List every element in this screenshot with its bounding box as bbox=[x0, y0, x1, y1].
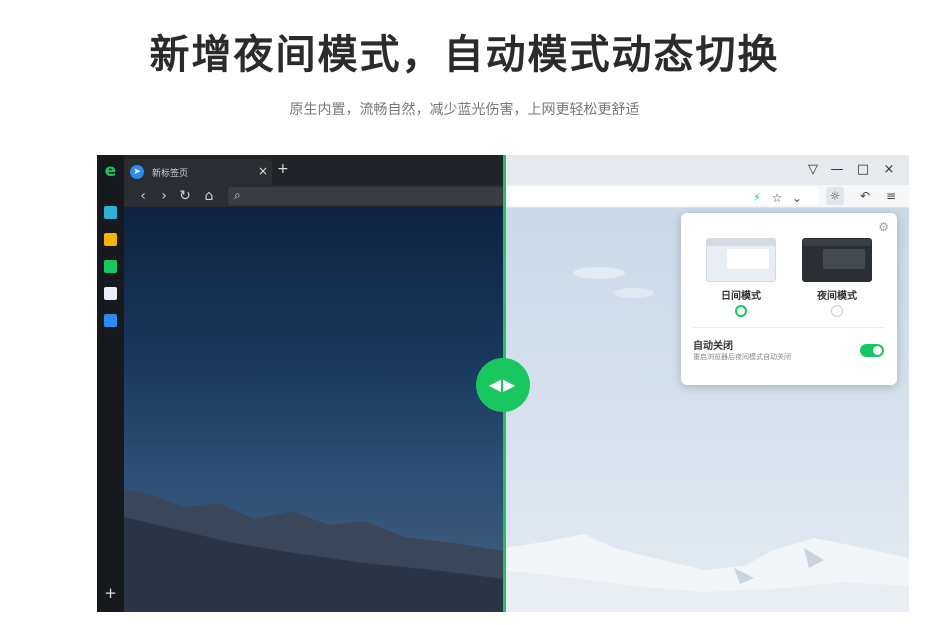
maximize-button[interactable]: □ bbox=[854, 162, 872, 178]
divider bbox=[693, 327, 885, 328]
sidebar-app-icon[interactable] bbox=[104, 287, 117, 300]
night-mode-half: e + ➤ 新标签页 × + ‹ › ↻ ⌂ ⌕ bbox=[97, 155, 504, 612]
title-bar: ▽ — □ × bbox=[504, 155, 909, 185]
reload-button[interactable]: ↻ bbox=[176, 187, 194, 205]
toolbar: ⚡ ☆ ⌄ ☼ ↶ ≡ bbox=[504, 185, 909, 208]
toggle-knob bbox=[873, 346, 882, 355]
tab-close-button[interactable]: × bbox=[256, 164, 270, 178]
headline: 新增夜间模式，自动模式动态切换 bbox=[149, 32, 780, 78]
auto-close-title: 自动关闭 bbox=[693, 341, 733, 352]
browser-comparison-screenshot: e + ➤ 新标签页 × + ‹ › ↻ ⌂ ⌕ ▽ — □ × ⚡ ☆ ⌄ ☼… bbox=[97, 155, 909, 612]
night-mode-radio[interactable] bbox=[831, 305, 843, 317]
browser-logo-icon[interactable]: e bbox=[102, 163, 119, 180]
auto-close-toggle[interactable] bbox=[860, 344, 884, 357]
skin-icon[interactable]: ▽ bbox=[804, 162, 822, 178]
thumb-bar bbox=[707, 239, 775, 246]
night-mode-label: 夜间模式 bbox=[817, 291, 857, 302]
night-wallpaper bbox=[124, 207, 504, 612]
thumb-card bbox=[727, 249, 769, 269]
bookmark-star-icon[interactable]: ☆ bbox=[768, 189, 786, 207]
new-tab-button[interactable]: + bbox=[277, 162, 289, 176]
sidebar: e + bbox=[97, 155, 124, 612]
thumb-card bbox=[823, 249, 865, 269]
night-mode-popup: ⚙ 日间模式 夜间模式 自动关闭 重启浏览器后夜间模式自动关闭 bbox=[681, 213, 897, 385]
sidebar-add-button[interactable]: + bbox=[104, 586, 117, 601]
search-icon: ⌕ bbox=[234, 188, 241, 202]
sidebar-app-icon[interactable] bbox=[104, 206, 117, 219]
sidebar-app-icon[interactable] bbox=[104, 233, 117, 246]
tab-favicon-icon: ➤ bbox=[130, 165, 144, 179]
forward-button[interactable]: › bbox=[155, 187, 173, 205]
close-window-button[interactable]: × bbox=[880, 162, 898, 178]
night-mode-option[interactable]: 夜间模式 bbox=[801, 238, 873, 317]
day-mode-half: ▽ — □ × ⚡ ☆ ⌄ ☼ ↶ ≡ ⚙ 日间模式 夜间模式 自动关闭 重启浏… bbox=[504, 155, 909, 612]
tab-title: 新标签页 bbox=[152, 169, 189, 179]
compare-slider-handle[interactable]: ◀▶ bbox=[476, 358, 530, 412]
undo-icon[interactable]: ↶ bbox=[856, 187, 874, 205]
day-mode-label: 日间模式 bbox=[721, 291, 761, 302]
back-button[interactable]: ‹ bbox=[134, 187, 152, 205]
night-mountain-image bbox=[124, 489, 504, 612]
menu-icon[interactable]: ≡ bbox=[882, 187, 900, 205]
night-mode-thumbnail bbox=[802, 238, 872, 282]
tab-new-tab[interactable]: ➤ 新标签页 × bbox=[124, 159, 272, 185]
thumb-bar bbox=[803, 239, 871, 246]
sidebar-app-icon[interactable] bbox=[104, 314, 117, 327]
sidebar-app-icon[interactable] bbox=[104, 260, 117, 273]
night-mode-toggle-icon[interactable]: ☼ bbox=[826, 187, 844, 205]
tab-bar: ➤ 新标签页 × + bbox=[124, 155, 504, 185]
minimize-button[interactable]: — bbox=[828, 162, 846, 178]
bolt-icon[interactable]: ⚡ bbox=[748, 189, 766, 207]
address-bar[interactable]: ⌕ bbox=[228, 187, 504, 205]
chevron-down-icon[interactable]: ⌄ bbox=[788, 189, 806, 207]
home-button[interactable]: ⌂ bbox=[200, 187, 218, 205]
settings-gear-icon[interactable]: ⚙ bbox=[878, 220, 889, 234]
subheadline: 原生内置，流畅自然，减少蓝光伤害，上网更轻松更舒适 bbox=[289, 102, 640, 118]
day-mode-thumbnail bbox=[706, 238, 776, 282]
day-mode-radio[interactable] bbox=[735, 305, 747, 317]
address-bar-right[interactable]: ⚡ ☆ ⌄ bbox=[504, 187, 819, 205]
day-mode-option[interactable]: 日间模式 bbox=[705, 238, 777, 317]
auto-close-description: 重启浏览器后夜间模式自动关闭 bbox=[693, 353, 791, 361]
navigation-bar: ‹ › ↻ ⌂ ⌕ bbox=[124, 185, 504, 207]
